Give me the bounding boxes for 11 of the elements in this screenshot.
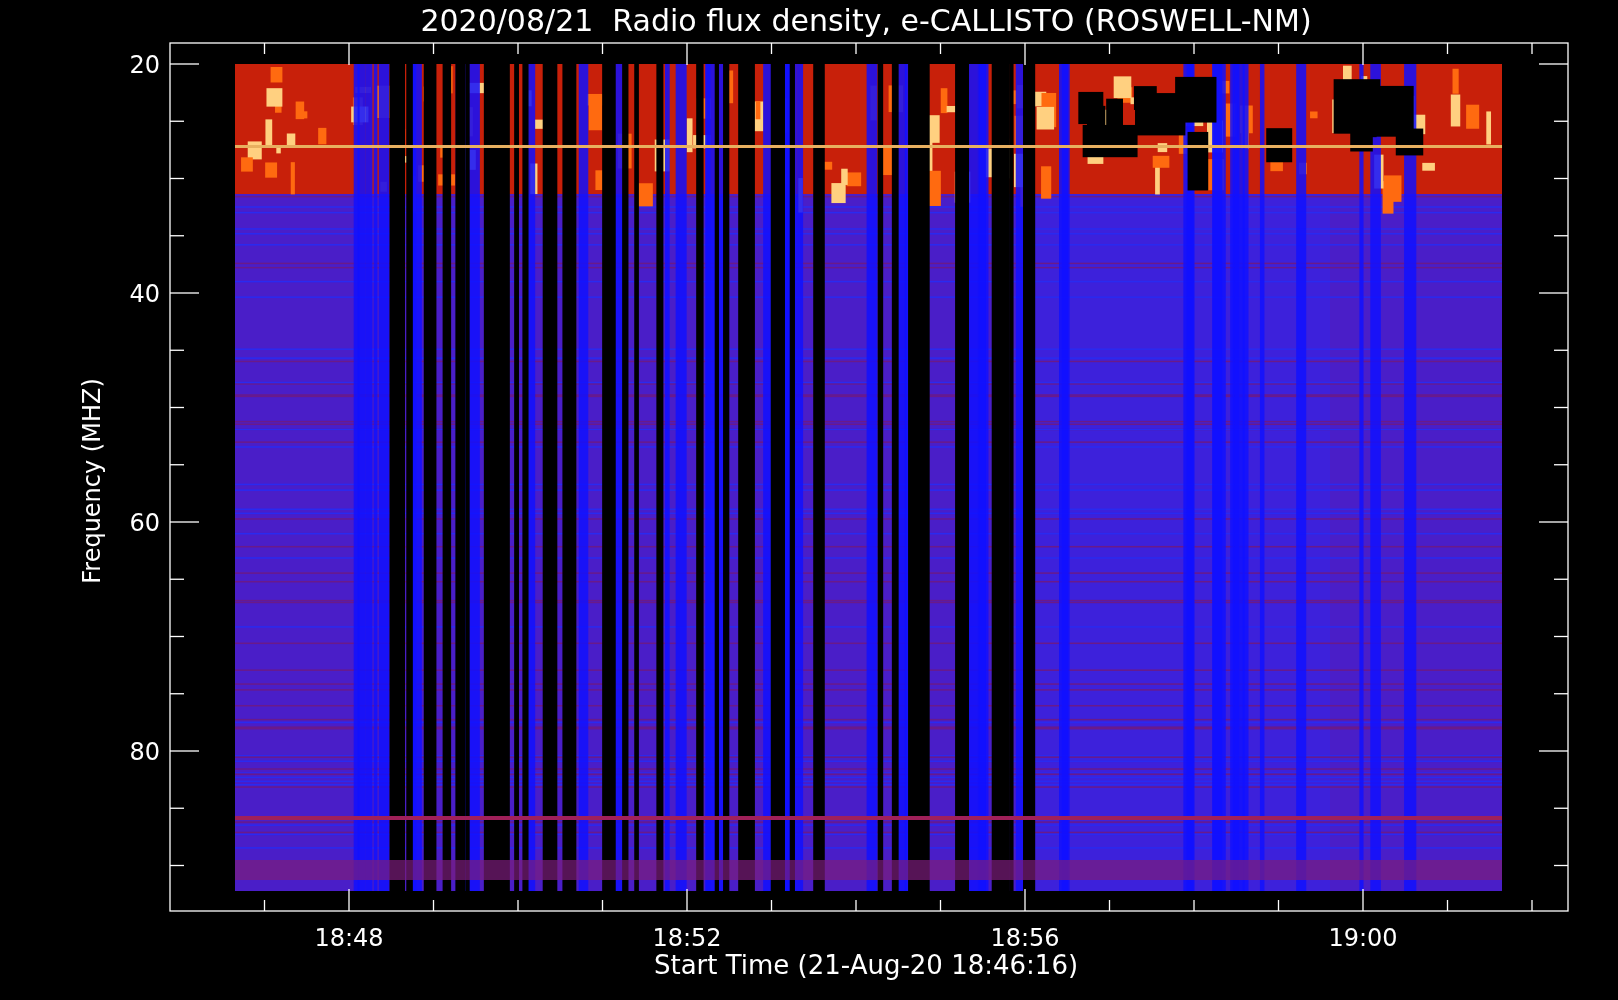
x-tick-label: 18:48 <box>314 924 384 952</box>
x-tick-label: 18:56 <box>990 924 1060 952</box>
y-tick-label: 80 <box>129 738 160 766</box>
x-tick-label: 18:52 <box>652 924 722 952</box>
y-tick-label: 20 <box>129 51 160 79</box>
chart-title: 2020/08/21 Radio flux density, e-CALLISTO (ROSWELL-NM) <box>420 3 1312 38</box>
y-tick-label: 40 <box>129 280 160 308</box>
y-tick-label: 60 <box>129 509 160 537</box>
x-axis-label: Start Time (21-Aug-20 18:46:16) <box>653 950 1079 980</box>
y-axis-label: Frequency (MHZ) <box>78 378 106 584</box>
x-tick-label: 19:00 <box>1328 924 1398 952</box>
